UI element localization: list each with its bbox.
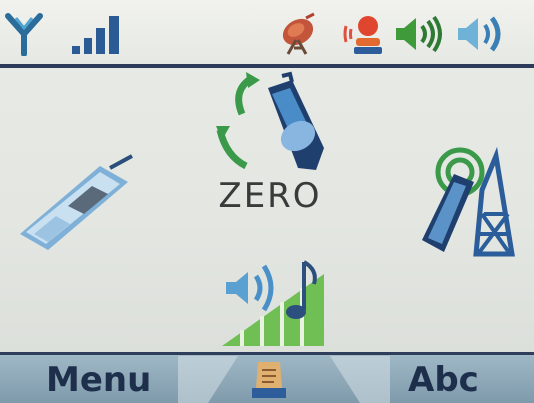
caller-icon — [343, 16, 382, 54]
menu-softkey[interactable]: Menu — [46, 360, 151, 400]
phone-screen: ZERO Menu Abc — [0, 0, 534, 403]
softkey-separator-right — [330, 356, 390, 403]
signal-strength-icon — [72, 16, 119, 54]
speaker-icon — [458, 16, 501, 52]
status-bar-divider — [0, 64, 534, 68]
active-profile-label: ZERO — [218, 176, 322, 216]
satellite-dish-icon — [282, 12, 315, 55]
ringtone-volume-icon[interactable] — [218, 252, 330, 350]
speaker-volume-icon — [396, 15, 442, 53]
phone-sync-icon[interactable] — [212, 70, 340, 174]
mobile-phone-icon[interactable] — [14, 152, 138, 256]
abc-softkey[interactable]: Abc — [408, 360, 479, 400]
contacts-card-icon[interactable] — [248, 358, 290, 402]
antenna-icon — [5, 13, 43, 56]
phone-tower-signal-icon[interactable] — [412, 144, 526, 262]
